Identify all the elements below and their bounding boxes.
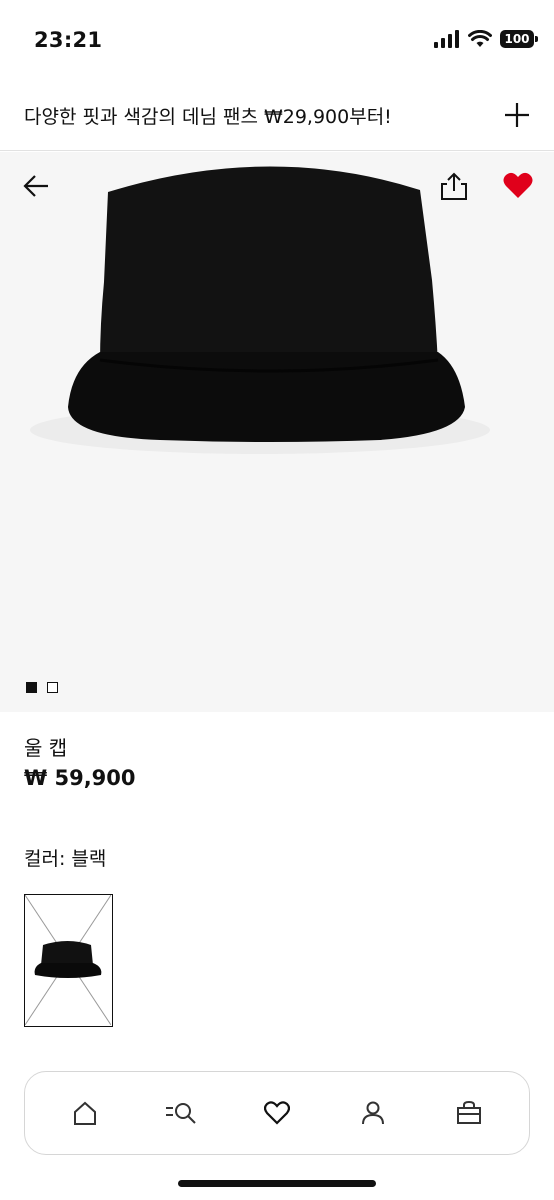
nav-bag[interactable] xyxy=(449,1093,489,1133)
nav-home[interactable] xyxy=(65,1093,105,1133)
heart-icon xyxy=(264,1101,290,1125)
back-arrow-icon[interactable] xyxy=(20,170,52,202)
status-icons: 100 xyxy=(434,30,538,48)
promo-banner[interactable]: 다양한 핏과 색감의 데님 팬츠 ₩29,900부터! xyxy=(0,80,554,151)
nav-account[interactable] xyxy=(353,1093,393,1133)
product-image-gallery[interactable] xyxy=(0,152,554,712)
color-label: 컬러: 블랙 xyxy=(24,848,107,870)
nav-wishlist[interactable] xyxy=(257,1093,297,1133)
product-name: 울 캡 xyxy=(24,736,68,760)
color-swatch-black[interactable] xyxy=(24,894,113,1027)
status-bar: 23:21 100 xyxy=(0,0,554,80)
user-icon xyxy=(362,1101,384,1125)
search-icon xyxy=(166,1103,196,1124)
nav-search[interactable] xyxy=(161,1093,201,1133)
status-time: 23:21 xyxy=(34,28,103,52)
pagination-dot-2[interactable] xyxy=(47,682,58,693)
product-photo xyxy=(30,166,490,454)
home-indicator xyxy=(178,1180,376,1187)
product-price: ₩ 59,900 xyxy=(24,766,136,790)
battery-level: 100 xyxy=(504,32,530,46)
signal-icon xyxy=(434,30,459,48)
heart-filled-icon[interactable] xyxy=(502,170,534,202)
share-icon[interactable] xyxy=(438,170,470,202)
pagination-dot-1[interactable] xyxy=(26,682,37,693)
home-icon xyxy=(74,1101,96,1125)
wifi-icon xyxy=(468,30,492,47)
promo-text[interactable]: 다양한 핏과 색감의 데님 팬츠 ₩29,900부터! xyxy=(24,102,392,129)
plus-icon[interactable] xyxy=(502,100,532,130)
image-pagination[interactable] xyxy=(26,682,58,693)
battery-icon: 100 xyxy=(500,30,538,48)
bag-icon xyxy=(457,1100,481,1124)
bottom-nav xyxy=(24,1071,530,1155)
swatch-thumbnail xyxy=(25,895,112,1026)
